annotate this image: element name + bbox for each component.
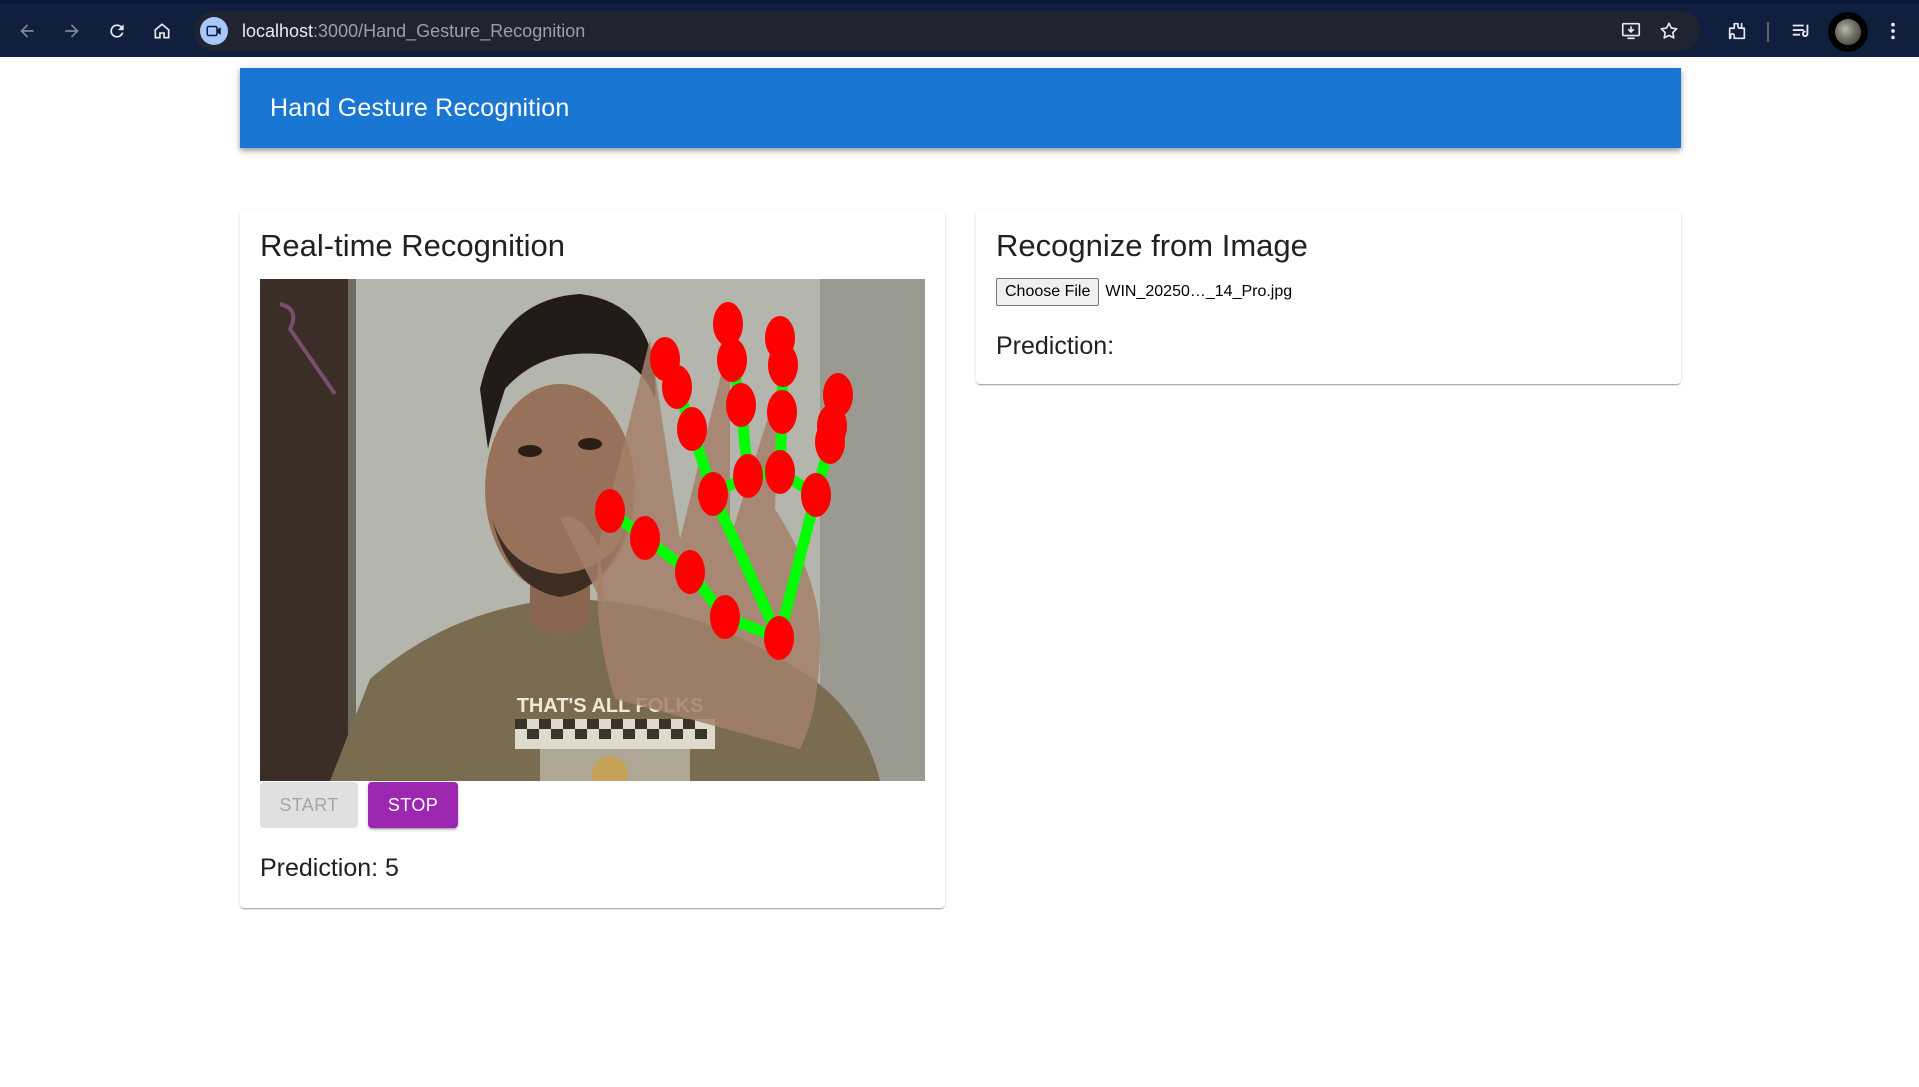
app-bar: Hand Gesture Recognition [240, 68, 1681, 148]
home-button[interactable] [145, 14, 179, 48]
reload-button[interactable] [100, 14, 134, 48]
back-button[interactable] [10, 14, 44, 48]
file-input[interactable]: Choose File WIN_20250…_14_Pro.jpg [996, 278, 1293, 306]
landmark-dot [698, 472, 728, 516]
choose-file-button[interactable]: Choose File [996, 278, 1100, 306]
more-menu-icon[interactable] [1880, 18, 1906, 44]
browser-toolbar: localhost:3000/Hand_Gesture_Recognition [0, 4, 1919, 57]
realtime-title: Real-time Recognition [260, 228, 565, 263]
landmark-dot [726, 383, 756, 427]
webcam-feed: THAT'S ALL FOLKS [260, 279, 925, 781]
landmark-dot [650, 337, 680, 381]
landmark-dot [677, 407, 707, 451]
stop-button[interactable]: STOP [368, 782, 458, 828]
landmark-dot [765, 450, 795, 494]
url-host: localhost [242, 21, 314, 41]
avatar-image [1835, 19, 1861, 45]
landmark-dot [713, 302, 743, 346]
landmark-dot [801, 473, 831, 517]
image-upload-title: Recognize from Image [996, 228, 1308, 263]
selected-file-name: WIN_20250…_14_Pro.jpg [1105, 283, 1293, 300]
image-prediction: Prediction: [996, 332, 1115, 360]
address-bar[interactable]: localhost:3000/Hand_Gesture_Recognition [194, 11, 1700, 51]
home-icon [154, 23, 170, 39]
landmark-dot [675, 550, 705, 594]
site-info-icon[interactable] [200, 17, 228, 45]
app-title: Hand Gesture Recognition [270, 93, 570, 122]
toolbar-divider [1767, 22, 1769, 42]
wrist-landmark [764, 616, 794, 660]
install-app-icon[interactable] [1618, 19, 1644, 43]
landmark-dot [733, 454, 763, 498]
arrow-left-icon [20, 24, 34, 38]
realtime-prediction: Prediction: 5 [260, 854, 399, 882]
realtime-card: Real-time Recognition THAT'S ALL FOLKS S… [240, 210, 945, 908]
url-path: :3000/Hand_Gesture_Recognition [313, 21, 586, 41]
webcam-frame: THAT'S ALL FOLKS [260, 279, 925, 781]
landmark-dot [823, 373, 853, 417]
url-text[interactable]: localhost:3000/Hand_Gesture_Recognition [242, 21, 585, 41]
bookmark-star-icon[interactable] [1656, 19, 1682, 43]
extensions-icon[interactable] [1724, 18, 1750, 44]
landmark-dot [767, 390, 797, 434]
landmark-dot [765, 316, 795, 360]
reload-icon [110, 24, 124, 38]
image-upload-card: Recognize from Image Choose File WIN_202… [976, 210, 1681, 384]
landmark-dot [710, 595, 740, 639]
media-controls-icon[interactable] [1788, 18, 1814, 44]
arrow-right-icon [65, 24, 79, 38]
landmark-dot [595, 489, 625, 533]
forward-button[interactable] [55, 14, 89, 48]
start-button[interactable]: START [260, 782, 358, 828]
profile-avatar[interactable] [1828, 12, 1868, 52]
landmark-dot [630, 516, 660, 560]
